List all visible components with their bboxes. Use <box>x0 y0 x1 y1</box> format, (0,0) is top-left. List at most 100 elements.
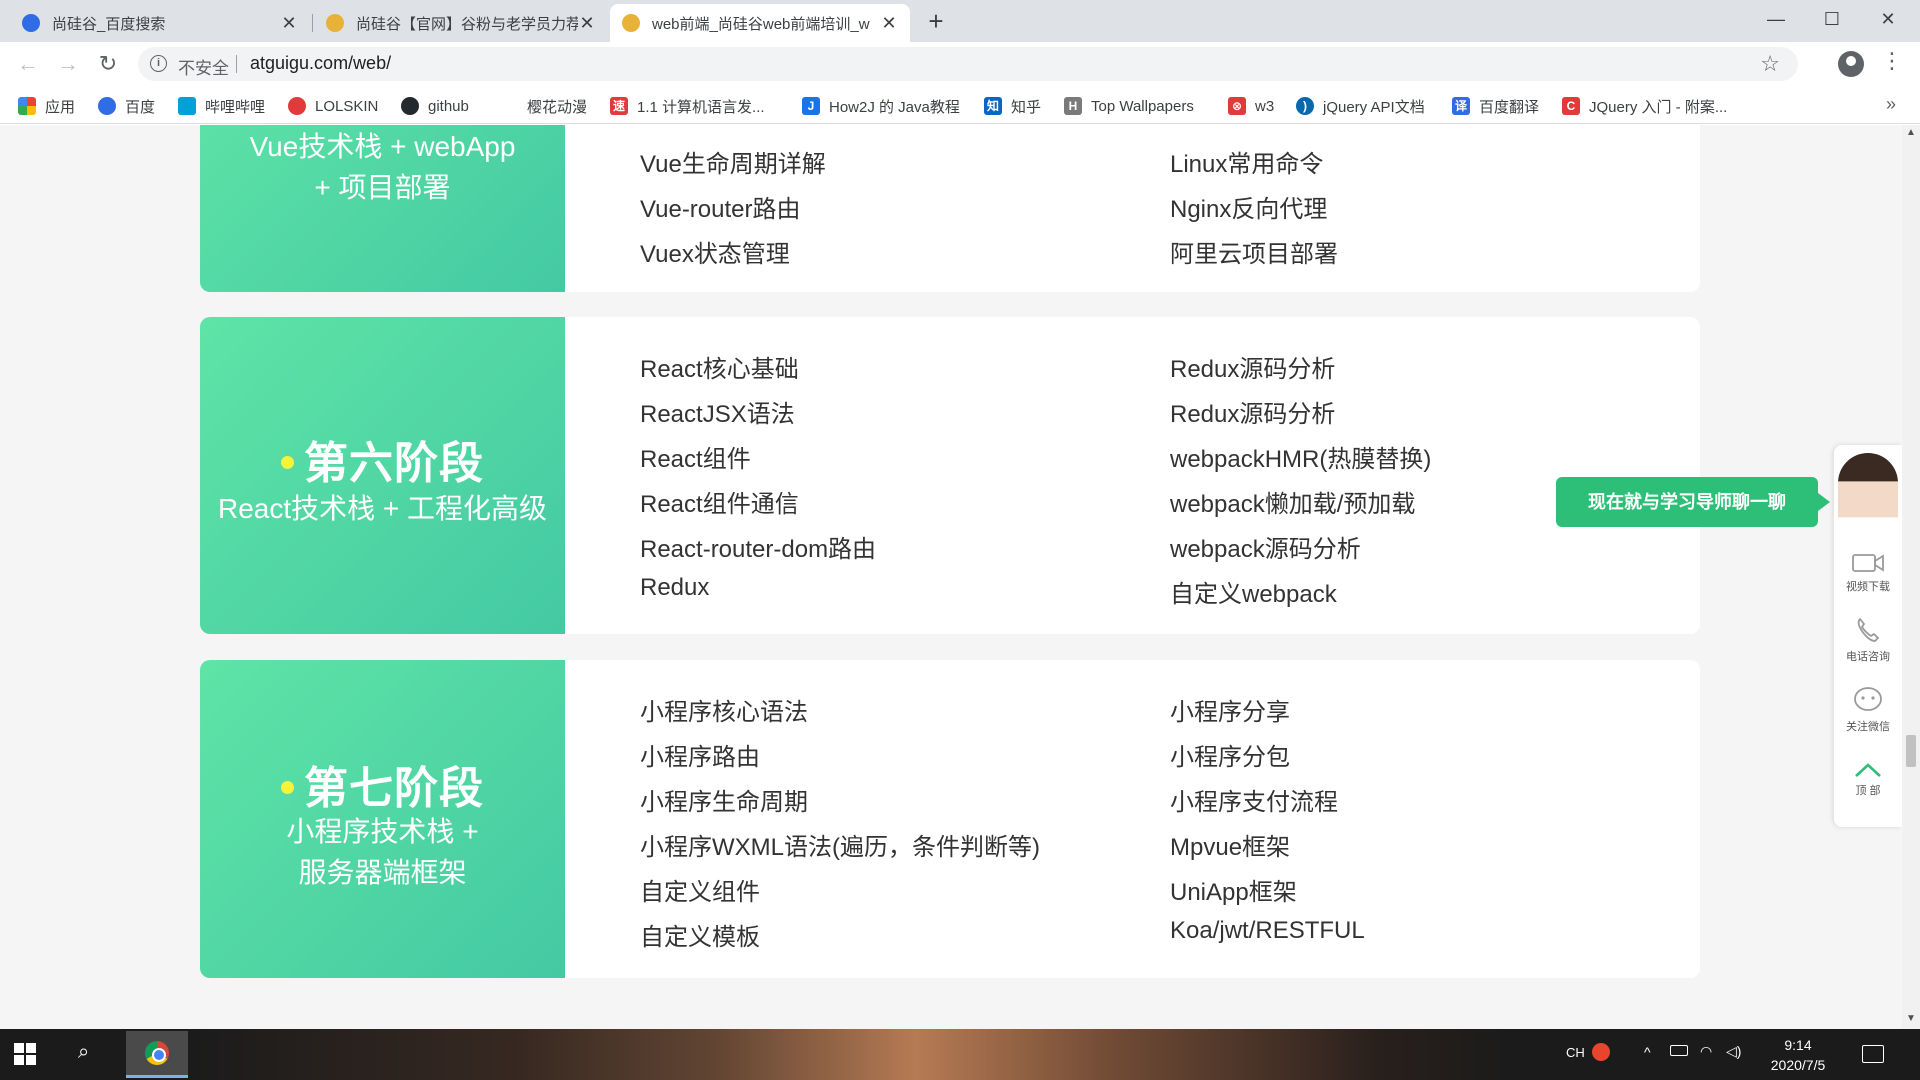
address-bar[interactable]: i 不安全 atguigu.com/web/ ☆ <box>138 47 1798 81</box>
stage-card-6: 第六阶段 React技术栈 + 工程化高级 React核心基础 ReactJSX… <box>200 317 1700 634</box>
scroll-down-arrow-icon[interactable]: ▼ <box>1902 1013 1920 1024</box>
bilibili-tv-icon <box>178 97 196 115</box>
topic-item: Vue生命周期详解 <box>640 151 826 178</box>
bookmark-star-icon[interactable]: ☆ <box>1760 51 1780 77</box>
topic-item: UniApp框架 <box>1170 879 1297 906</box>
topic-item: 小程序分享 <box>1170 699 1290 726</box>
topic-item: 小程序分包 <box>1170 744 1290 771</box>
windows-taskbar: ⌕ CH ^ ◠ ◁) 9:14 2020/7/5 <box>0 1029 1920 1080</box>
tray-overflow-icon[interactable]: ^ <box>1644 1044 1651 1060</box>
more-menu-icon[interactable]: ⋮ <box>1880 48 1904 74</box>
bookmark-computer-language[interactable]: 速 1.1 计算机语言发... <box>610 95 765 117</box>
close-icon[interactable]: ✕ <box>280 13 298 34</box>
url-text[interactable]: atguigu.com/web/ <box>250 53 391 74</box>
topic-item: 小程序WXML语法(遍历，条件判断等) <box>640 834 1040 861</box>
minimize-button[interactable]: — <box>1748 0 1804 40</box>
bookmark-label: How2J 的 Java教程 <box>829 98 960 116</box>
bookmark-label: jQuery API文档 <box>1323 98 1425 116</box>
atguigu-logo-icon <box>622 14 640 32</box>
bookmark-apps[interactable]: 应用 <box>18 95 75 117</box>
windows-start-icon[interactable] <box>14 1043 36 1065</box>
sogou-ime-icon[interactable] <box>1592 1043 1610 1061</box>
bookmark-label: 百度翻译 <box>1479 98 1540 116</box>
bookmark-label: 应用 <box>45 98 76 116</box>
bookmark-w3[interactable]: ⊗ w3 <box>1228 95 1274 117</box>
phone-consult-button[interactable]: 电话咨询 <box>1834 615 1902 664</box>
bookmark-label: 百度 <box>125 98 156 116</box>
bookmark-how2j[interactable]: J How2J 的 Java教程 <box>802 95 960 117</box>
profile-avatar-icon[interactable] <box>1838 51 1864 77</box>
topic-item: 自定义组件 <box>640 879 760 906</box>
chat-with-tutor-button[interactable]: 现在就与学习导师聊一聊 <box>1556 477 1830 527</box>
battery-icon[interactable] <box>1670 1045 1688 1056</box>
how2j-icon: J <box>802 97 820 115</box>
bookmark-label: Top Wallpapers <box>1091 97 1194 115</box>
system-clock[interactable]: 9:14 2020/7/5 <box>1748 1035 1848 1075</box>
maximize-button[interactable]: ☐ <box>1804 0 1860 40</box>
stage-subtitle-line2: + 项目部署 <box>314 172 451 203</box>
bookmark-lolskin[interactable]: LOLSKIN <box>288 95 378 117</box>
scrollbar-thumb[interactable] <box>1906 735 1916 767</box>
bookmark-zhihu[interactable]: 知 知乎 <box>984 95 1041 117</box>
stage-card-5: Vue技术栈 + webApp + 项目部署 Vue生命周期详解 Vue-rou… <box>200 125 1700 292</box>
info-icon[interactable]: i <box>150 55 167 72</box>
bookmark-sakura[interactable]: 樱花动漫 <box>500 95 587 117</box>
topic-item: Redux源码分析 <box>1170 401 1336 428</box>
ime-indicator[interactable]: CH <box>1566 1045 1585 1060</box>
bookmark-label: 樱花动漫 <box>527 98 588 116</box>
apps-grid-icon <box>18 97 36 115</box>
page-scrollbar[interactable]: ▲ ▼ <box>1902 125 1920 1029</box>
topic-item: webpackHMR(热膜替换) <box>1170 446 1432 473</box>
tab-separator <box>312 14 313 32</box>
taskbar-background <box>190 1029 1510 1080</box>
reload-button[interactable]: ↻ <box>94 50 122 78</box>
clock-date: 2020/7/5 <box>1770 1057 1826 1073</box>
search-icon[interactable]: ⌕ <box>78 1041 102 1065</box>
forward-button[interactable]: → <box>54 50 82 78</box>
tab-title: 尚硅谷_百度搜索 <box>52 15 166 33</box>
follow-wechat-button[interactable]: 关注微信 <box>1834 685 1902 734</box>
scroll-up-arrow-icon[interactable]: ▲ <box>1902 127 1920 138</box>
new-tab-button[interactable]: + <box>922 8 950 36</box>
video-camera-icon <box>1852 554 1884 572</box>
phone-icon <box>1857 618 1879 642</box>
bookmark-bilibili[interactable]: 哔哩哔哩 <box>178 95 265 117</box>
topic-item: Redux <box>640 574 710 601</box>
video-download-button[interactable]: 视频下载 <box>1834 551 1902 594</box>
close-icon[interactable]: ✕ <box>880 13 898 34</box>
volume-icon[interactable]: ◁) <box>1726 1043 1741 1060</box>
stage-subtitle-line1: React技术栈 + 工程化高级 <box>217 493 548 524</box>
bookmark-baidu[interactable]: 百度 <box>98 95 155 117</box>
stage-card-7: 第七阶段 小程序技术栈 + 服务器端框架 小程序核心语法 小程序路由 小程序生命… <box>200 660 1700 978</box>
svc-label: 关注微信 <box>1846 721 1890 733</box>
close-icon[interactable]: ✕ <box>578 13 596 34</box>
bookmark-label: 知乎 <box>1011 98 1042 116</box>
bookmark-label: 哔哩哔哩 <box>205 98 266 116</box>
bookmarks-bar: 应用 百度 哔哩哔哩 LOLSKIN github 樱花动漫 速 1.1 计算机… <box>0 86 1920 124</box>
tab-baidu-search[interactable]: 尚硅谷_百度搜索 ✕ <box>10 4 310 42</box>
bookmark-label: github <box>428 97 469 115</box>
topic-item: Linux常用命令 <box>1170 151 1324 178</box>
tab-atguigu-home[interactable]: 尚硅谷【官网】谷粉与老学员力荐 ✕ <box>314 4 608 42</box>
security-label[interactable]: 不安全 <box>178 54 229 79</box>
back-button[interactable]: ← <box>14 50 42 78</box>
wifi-icon[interactable]: ◠ <box>1700 1043 1712 1060</box>
page-viewport: Vue技术栈 + webApp + 项目部署 Vue生命周期详解 Vue-rou… <box>0 125 1920 1029</box>
jquery-icon: ) <box>1296 97 1314 115</box>
bookmark-github[interactable]: github <box>401 95 469 117</box>
topic-item: React组件通信 <box>640 491 799 518</box>
tutor-avatar[interactable] <box>1838 453 1898 533</box>
bookmark-jquery-intro[interactable]: C JQuery 入门 - 附案... <box>1562 95 1727 117</box>
bookmark-top-wallpapers[interactable]: H Top Wallpapers <box>1064 95 1194 117</box>
notification-center-icon[interactable] <box>1862 1045 1884 1063</box>
close-window-button[interactable]: ✕ <box>1860 0 1916 40</box>
tab-web-frontend[interactable]: web前端_尚硅谷web前端培训_w ✕ <box>610 4 910 42</box>
bookmark-jquery-api[interactable]: ) jQuery API文档 <box>1296 95 1425 117</box>
w3-icon: ⊗ <box>1228 97 1246 115</box>
csdn-icon: C <box>1562 97 1580 115</box>
bookmark-baidu-translate[interactable]: 译 百度翻译 <box>1452 95 1539 117</box>
back-to-top-button[interactable]: 顶 部 <box>1834 761 1902 798</box>
bookmarks-overflow-button[interactable]: » <box>1886 94 1896 115</box>
taskbar-chrome-button[interactable] <box>126 1031 188 1078</box>
stage-subtitle-line1: 小程序技术栈 + <box>286 816 479 847</box>
